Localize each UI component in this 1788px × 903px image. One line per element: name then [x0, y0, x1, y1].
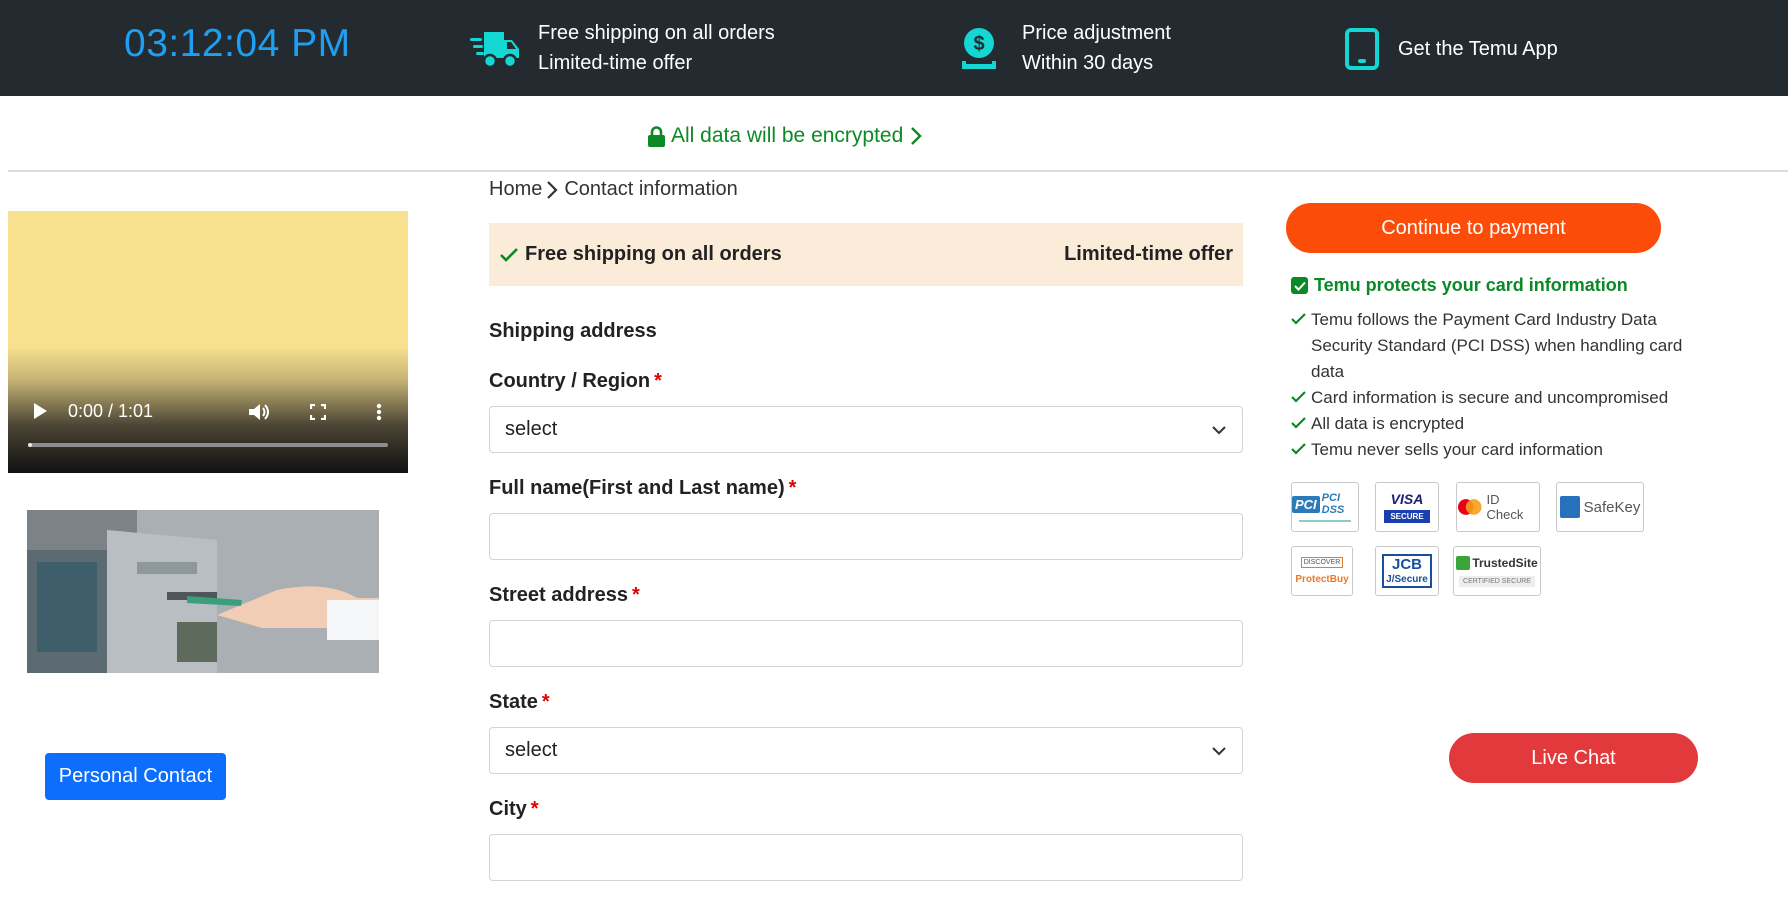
trustedsite-badge: TrustedSite CERTIFIED SECURE [1453, 546, 1541, 596]
encrypt-notice-text: All data will be encrypted [671, 124, 904, 147]
price-adjustment-line2: Within 30 days [1022, 52, 1154, 74]
country-label: Country / Region * [489, 370, 662, 392]
pci-dss-badge: PCI PCI DSS [1291, 482, 1359, 532]
shipping-banner: Free shipping on all orders Limited-time… [489, 223, 1243, 286]
price-adjustment-line1: Price adjustment [1022, 22, 1171, 44]
video-time: 0:00 / 1:01 [68, 401, 154, 421]
state-label: State * [489, 691, 550, 713]
country-select[interactable]: select [489, 406, 1243, 453]
street-address-input[interactable] [489, 620, 1243, 667]
chevron-down-icon [1212, 746, 1226, 755]
lock-icon [648, 125, 665, 147]
list-item: All data is encrypted [1291, 411, 1691, 437]
price-adjustment-promo[interactable]: $ Price adjustment Within 30 days [952, 18, 1171, 78]
amex-safekey-badge: SafeKey [1556, 482, 1644, 532]
visa-secure-badge: VISA SECURE [1375, 482, 1439, 532]
get-app-link[interactable]: Get the Temu App [1340, 24, 1558, 74]
check-icon [1291, 443, 1306, 455]
check-icon [500, 247, 518, 262]
check-icon [1291, 391, 1306, 403]
more-options-icon[interactable] [376, 403, 382, 421]
country-select-value: select [505, 418, 558, 440]
truck-icon [468, 23, 522, 73]
banner-right-text: Limited-time offer [1064, 243, 1233, 265]
city-label: City * [489, 798, 539, 820]
breadcrumb-home[interactable]: Home [489, 178, 542, 201]
card-protection-list: Temu follows the Payment Card Industry D… [1291, 307, 1691, 463]
check-icon [1291, 417, 1306, 429]
full-name-label: Full name(First and Last name) * [489, 477, 797, 499]
check-icon [1291, 313, 1306, 325]
breadcrumb-current: Contact information [564, 178, 738, 200]
list-item: Temu follows the Payment Card Industry D… [1291, 307, 1691, 385]
state-select[interactable]: select [489, 727, 1243, 774]
breadcrumb: Home Contact information [489, 178, 738, 201]
header-divider [8, 170, 1788, 172]
volume-icon[interactable] [248, 402, 270, 422]
play-icon[interactable] [32, 402, 48, 420]
free-shipping-promo[interactable]: Free shipping on all orders Limited-time… [468, 18, 775, 78]
list-item: Card information is secure and uncomprom… [1291, 385, 1691, 411]
jcb-jsecure-badge: JCB J/Secure [1375, 546, 1439, 596]
fullscreen-icon[interactable] [310, 404, 326, 420]
get-app-label: Get the Temu App [1398, 38, 1558, 60]
city-input[interactable] [489, 834, 1243, 881]
money-bag-icon: $ [952, 23, 1006, 73]
banner-left-text: Free shipping on all orders [525, 243, 782, 265]
top-bar: 03:12:04 PM Free shipping on all orders … [0, 0, 1788, 96]
discover-protectbuy-badge: DISCOVER ProtectBuy [1291, 546, 1353, 596]
state-select-value: select [505, 739, 558, 761]
atm-card-image [27, 510, 379, 673]
chevron-down-icon [1212, 425, 1226, 434]
checkbox-checked-icon [1291, 277, 1308, 294]
video-player[interactable]: 0:00 / 1:01 [8, 211, 408, 473]
street-address-label: Street address * [489, 584, 640, 606]
section-title: Shipping address [489, 320, 657, 342]
clock: 03:12:04 PM [124, 22, 351, 65]
video-progress-bar[interactable] [28, 443, 388, 447]
live-chat-button[interactable]: Live Chat [1449, 733, 1698, 783]
free-shipping-line1: Free shipping on all orders [538, 22, 775, 44]
continue-to-payment-button[interactable]: Continue to payment [1286, 203, 1661, 253]
full-name-input[interactable] [489, 513, 1243, 560]
tablet-icon [1340, 24, 1384, 74]
personal-contact-button[interactable]: Personal Contact [45, 753, 226, 800]
chevron-right-icon [911, 127, 922, 145]
mastercard-id-check-badge: ID Check [1456, 482, 1540, 532]
encrypt-notice-link[interactable]: All data will be encrypted [648, 124, 929, 148]
list-item: Temu never sells your card information [1291, 437, 1691, 463]
card-protection-title: Temu protects your card information [1291, 275, 1628, 296]
svg-text:$: $ [973, 33, 984, 55]
free-shipping-line2: Limited-time offer [538, 52, 693, 74]
chevron-right-icon [547, 180, 558, 199]
